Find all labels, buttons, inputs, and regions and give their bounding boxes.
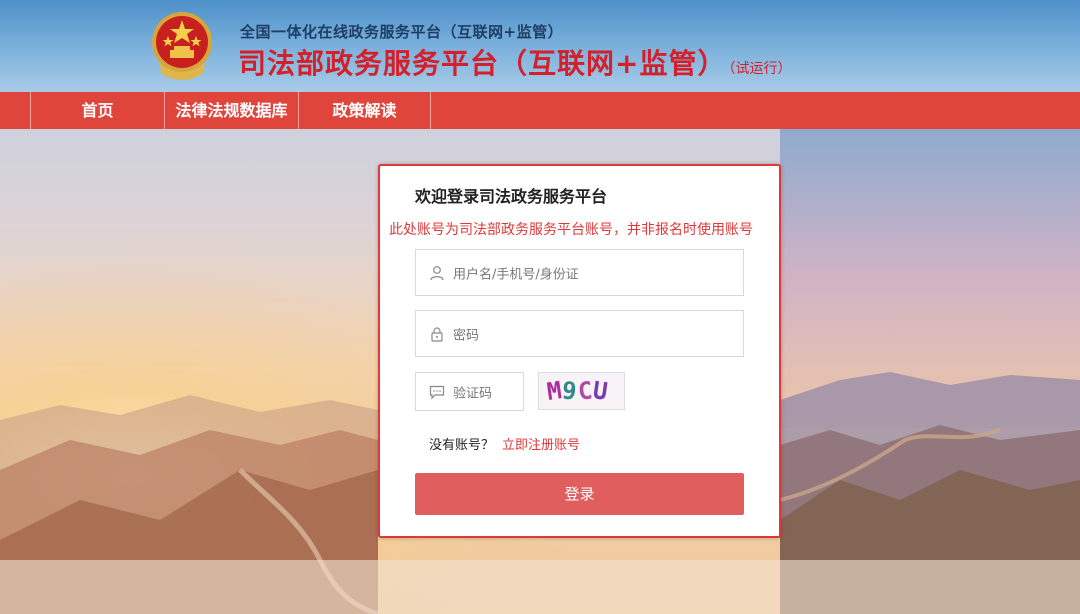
login-panel: 欢迎登录司法政务服务平台 此处账号为司法部政务服务平台账号，并非报名时使用账号 …	[378, 164, 781, 538]
username-field[interactable]: 用户名/手机号/身份证	[415, 249, 744, 296]
main-nav: 首页 法律法规数据库 政策解读	[0, 92, 1080, 129]
message-icon	[429, 384, 445, 400]
login-button[interactable]: 登录	[415, 473, 744, 515]
account-note: 此处账号为司法部政务服务平台账号，并非报名时使用账号	[389, 222, 753, 238]
site-header: 全国一体化在线政务服务平台（互联网+监管） 司法部政务服务平台（互联网+监管）（…	[0, 0, 1080, 92]
platform-title: 司法部政务服务平台（互联网+监管） （试运行）	[238, 42, 791, 82]
register-link[interactable]: 立即注册账号	[502, 438, 580, 453]
captcha-field[interactable]: 验证码	[415, 372, 524, 411]
nav-item-law-database[interactable]: 法律法规数据库	[164, 92, 298, 129]
captcha-image[interactable]: M9CU	[538, 372, 625, 410]
national-emblem-icon	[150, 10, 214, 82]
nav-item-home[interactable]: 首页	[30, 92, 164, 129]
lock-icon	[429, 326, 445, 342]
username-placeholder: 用户名/手机号/身份证	[453, 267, 579, 282]
password-placeholder: 密码	[453, 328, 480, 343]
captcha-placeholder: 验证码	[453, 386, 493, 401]
user-icon	[429, 265, 445, 281]
trial-run-tag: （试运行）	[728, 61, 792, 77]
platform-title-text: 司法部政务服务平台（互联网+监管）	[238, 47, 727, 80]
platform-subtitle: 全国一体化在线政务服务平台（互联网+监管）	[240, 23, 564, 41]
password-field[interactable]: 密码	[415, 310, 744, 357]
captcha-text: M9CU	[545, 376, 611, 406]
register-row: 没有账号？ 立即注册账号	[429, 434, 580, 453]
captcha-char: U	[591, 376, 611, 406]
no-account-text: 没有账号？	[429, 438, 495, 453]
nav-item-policy[interactable]: 政策解读	[298, 92, 431, 129]
login-title: 欢迎登录司法政务服务平台	[415, 187, 608, 206]
